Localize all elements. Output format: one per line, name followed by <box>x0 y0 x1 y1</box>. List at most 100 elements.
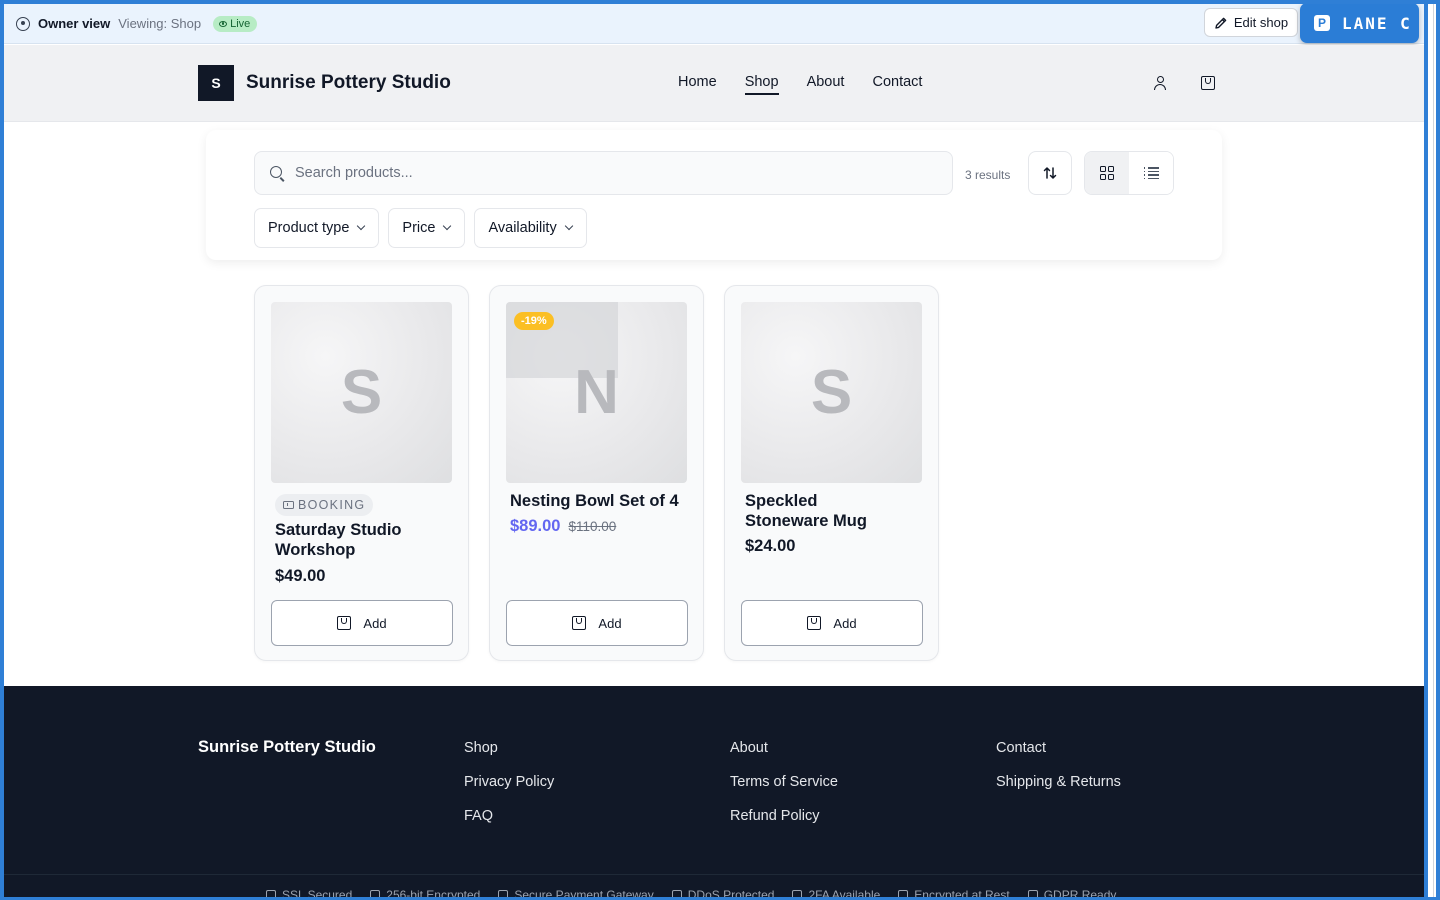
results-count: 3 results <box>965 168 1011 182</box>
add-to-cart-button[interactable]: Add <box>741 600 923 646</box>
product-tag: BOOKING <box>275 494 374 516</box>
cart-bag-icon <box>572 616 587 630</box>
search-box[interactable] <box>254 151 953 195</box>
cart-bag-icon[interactable] <box>1200 75 1216 91</box>
product-price: $24.00 <box>745 537 795 556</box>
product-image[interactable]: S <box>271 302 452 483</box>
product-image-letter: N <box>574 358 619 427</box>
site-header: S Sunrise Pottery Studio Home Shop About… <box>4 45 1425 122</box>
list-view-button[interactable] <box>1129 152 1173 194</box>
footer-link-shipping[interactable]: Shipping & Returns <box>996 773 1121 791</box>
footer-link-about[interactable]: About <box>730 739 838 757</box>
chevron-down-icon <box>357 221 366 231</box>
database-icon <box>898 890 909 900</box>
shield-icon <box>671 890 682 900</box>
search-input[interactable] <box>295 152 935 194</box>
owner-view-label: Owner view <box>38 16 111 31</box>
viewing-label: Viewing: Shop <box>118 16 202 31</box>
key-icon <box>792 890 803 900</box>
product-price-value: $49.00 <box>275 567 326 585</box>
trust-badge: Encrypted at Rest <box>898 888 1010 900</box>
product-card[interactable]: S Speckled Stoneware Mug $24.00 Add <box>724 285 939 661</box>
product-image[interactable]: S <box>741 302 922 483</box>
product-price-value: $24.00 <box>745 537 796 555</box>
grid-view-button[interactable] <box>1085 152 1129 194</box>
filter-product-type-label: Product type <box>268 220 350 236</box>
product-image-letter: S <box>810 358 853 427</box>
lane-badge-label: LANE C <box>1342 13 1412 33</box>
product-image-letter: S <box>340 358 383 427</box>
footer-link-contact[interactable]: Contact <box>996 739 1121 757</box>
product-name[interactable]: Speckled Stoneware Mug <box>745 491 895 531</box>
trust-badge-label: DDoS Protected <box>687 888 775 900</box>
site-footer: Sunrise Pottery Studio Shop Privacy Poli… <box>4 686 1425 900</box>
filter-availability[interactable]: Availability <box>474 208 587 248</box>
trust-badge: SSL Secured <box>266 888 352 900</box>
sort-button[interactable] <box>1028 151 1072 195</box>
grid-view-icon <box>1100 166 1114 180</box>
edit-shop-button[interactable]: Edit shop <box>1204 8 1298 37</box>
nav-contact[interactable]: Contact <box>872 74 922 90</box>
add-to-cart-button[interactable]: Add <box>271 600 453 646</box>
filter-price[interactable]: Price <box>388 208 466 248</box>
nav-home[interactable]: Home <box>678 74 717 90</box>
edit-shop-label: Edit shop <box>1233 15 1289 30</box>
footer-link-shop[interactable]: Shop <box>464 739 554 757</box>
product-price: $49.00 <box>275 567 325 586</box>
product-grid: S BOOKING Saturday Studio Workshop $49.0… <box>254 285 939 661</box>
footer-link-faq[interactable]: FAQ <box>464 807 554 825</box>
live-badge-label: Live <box>230 17 251 30</box>
trust-badge-label: Secure Payment Gateway <box>514 888 654 900</box>
product-tag-label: BOOKING <box>298 498 366 512</box>
lane-badge: P LANE C <box>1300 3 1419 43</box>
user-icon[interactable] <box>1152 75 1168 91</box>
owner-view-icon <box>16 16 30 31</box>
product-name[interactable]: Saturday Studio Workshop <box>275 520 455 560</box>
trust-badge: 2FA Available <box>792 888 880 900</box>
footer-link-privacy[interactable]: Privacy Policy <box>464 773 554 791</box>
filter-product-type[interactable]: Product type <box>254 208 380 248</box>
product-name[interactable]: Nesting Bowl Set of 4 <box>510 491 690 511</box>
owner-bar: Owner view Viewing: Shop Live Edit shop … <box>4 3 1425 44</box>
live-badge: Live <box>213 15 258 32</box>
sort-icon <box>1043 167 1057 179</box>
parking-icon: P <box>1314 15 1330 31</box>
eye-icon <box>219 20 228 27</box>
view-toggle <box>1084 151 1174 195</box>
product-image[interactable]: -19% N <box>506 302 687 483</box>
footer-link-refund[interactable]: Refund Policy <box>730 807 838 825</box>
window-scrollbar[interactable] <box>1424 0 1440 900</box>
ticket-icon <box>283 501 294 509</box>
trust-badge: GDPR Ready <box>1027 888 1117 900</box>
card-icon <box>498 890 509 900</box>
site-name[interactable]: Sunrise Pottery Studio <box>246 72 451 94</box>
filter-panel: 3 results Product type Price Availabilit… <box>206 130 1222 260</box>
filter-price-label: Price <box>402 220 436 236</box>
trust-badge-label: 256-bit Encrypted <box>386 888 481 900</box>
product-price: $89.00 $110.00 <box>510 517 616 536</box>
trust-badge-label: GDPR Ready <box>1043 888 1117 900</box>
trust-badge: Secure Payment Gateway <box>498 888 654 900</box>
add-label: Add <box>598 615 622 631</box>
list-view-icon <box>1143 167 1159 179</box>
footer-column: About Terms of Service Refund Policy <box>730 739 838 825</box>
trust-badge-label: 2FA Available <box>808 888 881 900</box>
shield-icon <box>370 890 381 900</box>
add-label: Add <box>363 615 387 631</box>
footer-link-terms[interactable]: Terms of Service <box>730 773 838 791</box>
filter-row: Product type Price Availability <box>254 208 587 248</box>
nav-shop[interactable]: Shop <box>744 74 779 95</box>
product-card[interactable]: -19% N Nesting Bowl Set of 4 $89.00 $110… <box>489 285 704 661</box>
footer-column: Contact Shipping & Returns <box>996 739 1121 791</box>
nav-about[interactable]: About <box>807 74 845 90</box>
footer-brand[interactable]: Sunrise Pottery Studio <box>198 738 376 757</box>
add-to-cart-button[interactable]: Add <box>506 600 688 646</box>
add-label: Add <box>833 615 857 631</box>
trust-badge: DDoS Protected <box>671 888 775 900</box>
product-old-price: $110.00 <box>568 519 617 534</box>
product-card[interactable]: S BOOKING Saturday Studio Workshop $49.0… <box>254 285 469 661</box>
trust-badge-label: Encrypted at Rest <box>914 888 1010 900</box>
logo[interactable]: S <box>198 65 234 101</box>
discount-badge: -19% <box>514 312 554 330</box>
trust-badge-label: SSL Secured <box>282 888 353 900</box>
